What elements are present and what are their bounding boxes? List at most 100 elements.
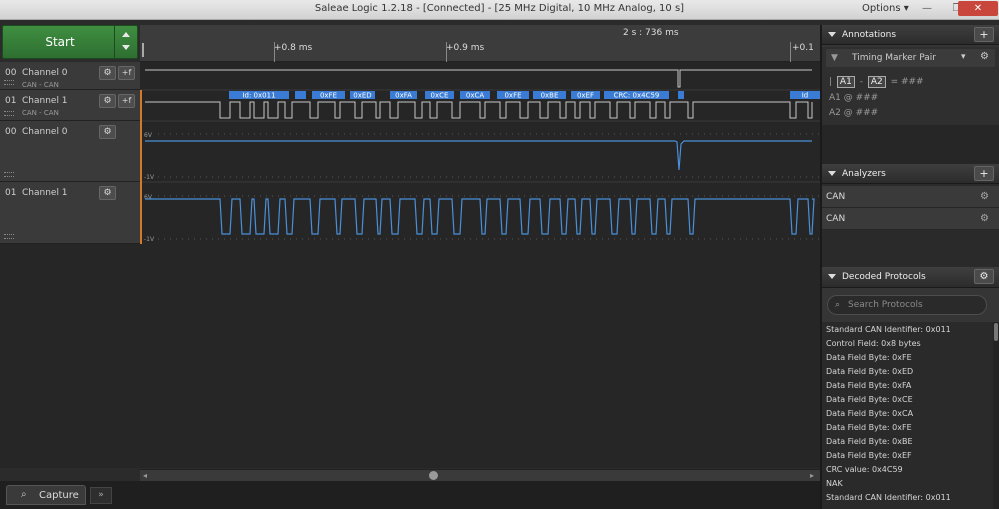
decoded-protocol-item[interactable]: Data Field Byte: 0xFE xyxy=(822,351,992,365)
channel-settings-gear-icon[interactable]: ⚙ xyxy=(99,125,116,139)
capture-tab-label: Capture xyxy=(39,490,79,501)
panel-gap xyxy=(822,125,999,164)
channel-row-analog-0[interactable]: 00 Channel 0 ⚙ xyxy=(0,121,140,182)
decoded-protocol-item[interactable]: Data Field Byte: 0xCE xyxy=(822,393,992,407)
capture-search-icon: ⌕ xyxy=(21,489,27,500)
add-annotation-button[interactable]: + xyxy=(974,27,994,42)
scroll-left-icon[interactable]: ◂ xyxy=(143,471,147,480)
decoded-settings-gear-icon[interactable]: ⚙ xyxy=(974,269,994,284)
can-frame-label: 0xFE xyxy=(320,92,337,100)
empty-channel-area xyxy=(0,244,820,468)
annotations-header[interactable]: Annotations + xyxy=(822,25,999,45)
start-options-arrows[interactable] xyxy=(114,26,137,58)
analyzer-name: CAN xyxy=(826,214,846,224)
analyzer-gear-icon[interactable]: ⚙ xyxy=(980,213,989,224)
decoded-protocol-item[interactable]: CRC value: 0x4C59 xyxy=(822,463,992,477)
channel-name[interactable]: Channel 1 xyxy=(22,96,68,106)
decoded-protocol-item[interactable]: Control Field: 0x8 bytes xyxy=(822,337,992,351)
scrollbar-thumb[interactable] xyxy=(429,471,438,480)
channel-row-analog-1[interactable]: 01 Channel 1 ⚙ xyxy=(0,182,140,244)
can-frame-label: 0xBE xyxy=(541,92,559,100)
channel-extension-button[interactable]: +f xyxy=(118,94,135,108)
can-frame-label: 0xCA xyxy=(466,92,484,100)
collapse-triangle-icon[interactable] xyxy=(828,171,836,176)
drag-handle-icon[interactable] xyxy=(4,172,14,177)
chevron-down-icon[interactable]: ▾ xyxy=(961,52,966,62)
analyzer-gear-icon[interactable]: ⚙ xyxy=(980,191,989,202)
scrollbar-thumb[interactable] xyxy=(994,323,998,341)
drag-handle-icon[interactable] xyxy=(4,111,14,116)
analyzers-empty-space xyxy=(822,231,999,266)
channel-number: 00 xyxy=(5,68,17,78)
more-tabs-button[interactable]: » xyxy=(90,487,112,504)
can-frame-label: 0xFA xyxy=(395,92,412,100)
drag-handle-icon[interactable] xyxy=(4,234,14,239)
channel-name[interactable]: Channel 0 xyxy=(22,68,68,78)
horizontal-scrollbar[interactable]: ◂ ▸ xyxy=(140,469,820,481)
add-analyzer-button[interactable]: + xyxy=(974,166,994,181)
can-frame-label: Id xyxy=(802,92,809,100)
marker-pair-label: Timing Marker Pair xyxy=(852,53,936,63)
trigger-marker xyxy=(140,90,142,244)
marker-delta-value: = ### xyxy=(890,77,924,87)
channel-analyzer-label: CAN - CAN xyxy=(22,81,59,89)
waveform-area[interactable]: Id: 0x011 0xFE 0xED 0xFA 0xCE 0xCA 0xFE 0xBE 0xE… xyxy=(140,62,820,244)
marker-icon: ▼ xyxy=(831,53,838,63)
search-protocols-input[interactable] xyxy=(848,298,978,312)
decoded-protocols-header[interactable]: Decoded Protocols ⚙ xyxy=(822,267,999,288)
decoded-protocols-title: Decoded Protocols xyxy=(842,272,926,282)
drag-handle-icon[interactable] xyxy=(4,80,14,85)
channel-number: 01 xyxy=(5,96,17,106)
search-icon: ⌕ xyxy=(835,300,841,310)
minimize-button[interactable]: — xyxy=(914,1,940,16)
a2-marker-button[interactable]: A2 xyxy=(867,76,886,88)
a1-marker-button[interactable]: A1 xyxy=(836,76,855,88)
decoded-protocols-list[interactable]: Standard CAN Identifier: 0x011 Control Fi… xyxy=(822,322,999,509)
decoded-protocol-item[interactable]: Standard CAN Identifier: 0x011 xyxy=(822,323,992,337)
window-title: Saleae Logic 1.2.18 - [Connected] - [25 … xyxy=(314,3,685,14)
decoded-protocol-item[interactable]: Data Field Byte: 0xBE xyxy=(822,435,992,449)
analyzers-title: Analyzers xyxy=(842,169,886,179)
a2-position: A2 @ ### xyxy=(829,108,879,118)
search-container: ⌕ xyxy=(822,288,999,322)
decoded-protocol-item[interactable]: Data Field Byte: 0xEF xyxy=(822,449,992,463)
decoded-protocol-item[interactable]: Standard CAN Identifier: 0x011 xyxy=(822,491,992,505)
scroll-right-icon[interactable]: ▸ xyxy=(810,471,814,480)
channel-name[interactable]: Channel 0 xyxy=(22,127,68,137)
marker-gear-icon[interactable]: ⚙ xyxy=(980,51,989,62)
timeline-ruler[interactable]: 2 s : 736 ms +0.8 ms +0.9 ms +0.1 xyxy=(140,25,820,62)
search-box[interactable]: ⌕ xyxy=(827,295,987,315)
decoded-protocol-item[interactable]: Data Field Byte: 0xED xyxy=(822,365,992,379)
collapse-triangle-icon[interactable] xyxy=(828,32,836,37)
decoded-protocol-item[interactable]: NAK xyxy=(822,477,992,491)
close-button[interactable]: ✕ xyxy=(958,1,998,16)
channel-settings-gear-icon[interactable]: ⚙ xyxy=(99,66,116,80)
channel-settings-gear-icon[interactable]: ⚙ xyxy=(99,94,116,108)
analyzers-header[interactable]: Analyzers + xyxy=(822,164,999,184)
channel-row-digital-1[interactable]: 01 Channel 1 CAN - CAN ⚙ +f xyxy=(0,90,140,121)
decoded-list-scrollbar[interactable] xyxy=(993,322,999,509)
decoded-protocol-item[interactable]: Data Field Byte: 0xCA xyxy=(822,407,992,421)
analyzer-item[interactable]: CAN ⚙ xyxy=(822,208,999,230)
channel-name[interactable]: Channel 1 xyxy=(22,188,68,198)
can-frame-box xyxy=(678,91,684,99)
analyzer-item[interactable]: CAN ⚙ xyxy=(822,186,999,208)
collapse-triangle-icon[interactable] xyxy=(828,274,836,279)
channel-row-digital-0[interactable]: 00 Channel 0 CAN - CAN ⚙ +f xyxy=(0,62,140,90)
capture-tab[interactable]: ⌕ Capture xyxy=(6,485,86,505)
chevron-up-icon xyxy=(122,32,130,37)
timing-marker-pair[interactable]: ▼ Timing Marker Pair ▾ ⚙ xyxy=(826,49,995,67)
can-frame-label: 0xFE xyxy=(504,92,521,100)
timeline-tick-label: +0.1 xyxy=(792,43,814,53)
decoded-protocol-item[interactable]: Data Field Byte: 0xFE xyxy=(822,421,992,435)
channel-analyzer-label: CAN - CAN xyxy=(22,109,59,117)
channel-settings-gear-icon[interactable]: ⚙ xyxy=(99,186,116,200)
decoded-protocol-item[interactable]: Data Field Byte: 0xFA xyxy=(822,379,992,393)
timeline-tick xyxy=(790,42,791,62)
analog-top-label: 6V xyxy=(144,194,153,201)
title-bar: Saleae Logic 1.2.18 - [Connected] - [25 … xyxy=(0,0,999,20)
channel-extension-button[interactable]: +f xyxy=(118,66,135,80)
options-menu[interactable]: Options ▾ xyxy=(862,3,909,14)
start-button[interactable]: Start xyxy=(2,25,138,59)
timeline-start-marker xyxy=(142,43,144,57)
